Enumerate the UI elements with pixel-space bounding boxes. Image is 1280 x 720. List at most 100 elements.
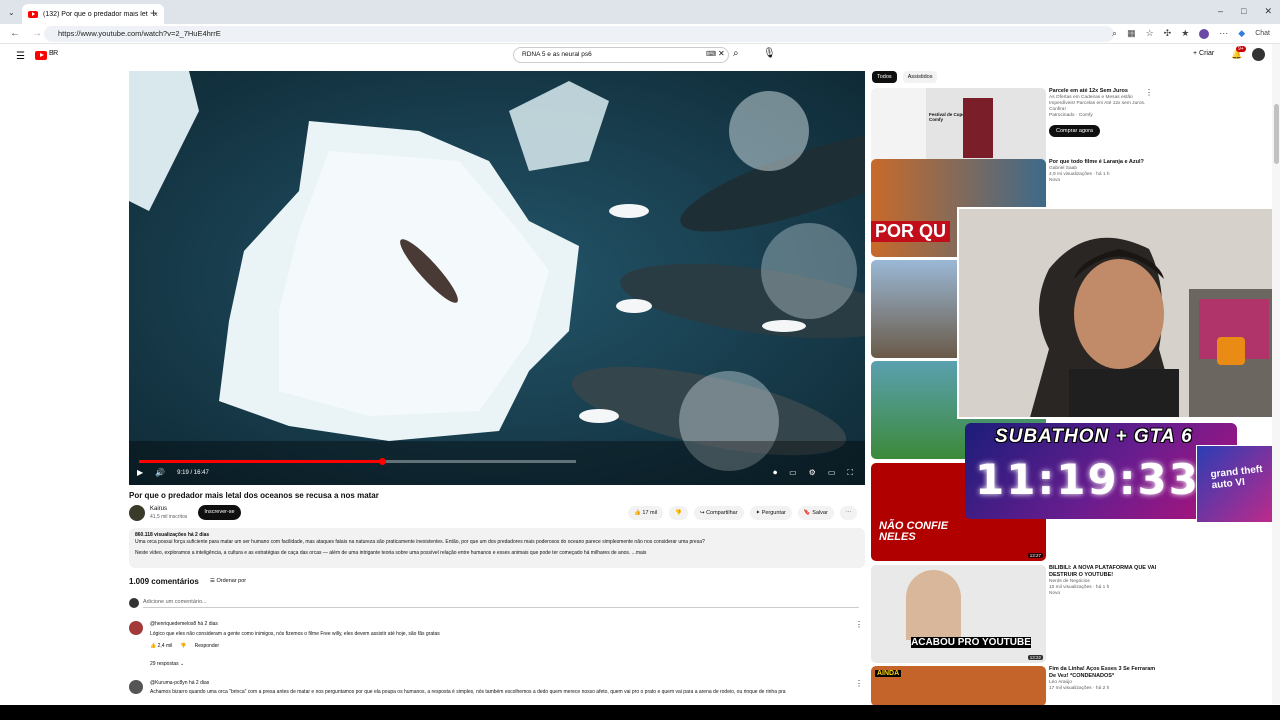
description-box[interactable]: 860.118 visualizações há 2 dias Uma orca…: [129, 528, 865, 568]
progress-bar[interactable]: [139, 458, 576, 465]
fullscreen-icon[interactable]: ⛶: [847, 468, 853, 478]
tab-search-icon[interactable]: ⌄: [8, 8, 15, 17]
ask-button[interactable]: ✦ Perguntar: [749, 506, 792, 520]
search-input[interactable]: RDNA 5 e as neural ps6: [513, 47, 729, 63]
channel-avatar[interactable]: [129, 505, 145, 521]
autoplay-toggle-icon[interactable]: ⏺: [773, 468, 777, 478]
reply-button[interactable]: Responder: [195, 643, 219, 649]
theater-mode-icon[interactable]: ▭: [828, 468, 836, 478]
progress-scrubber[interactable]: [378, 458, 386, 465]
video-thumbnail[interactable]: ACABOU PRO YOUTUBE 13:22: [871, 565, 1046, 663]
like-button[interactable]: 👍 17 mil: [628, 506, 664, 520]
microphone-icon[interactable]: 🎙: [763, 48, 776, 59]
channel-name[interactable]: Kairus: [150, 506, 167, 512]
action-bar: 👍 17 mil 👎 ↪ Compartilhar ✦ Perguntar 🔖 …: [628, 506, 858, 520]
comment-menu-icon[interactable]: ⋮: [855, 679, 863, 688]
thumb-text: AINDA: [875, 670, 902, 677]
forward-icon[interactable]: →: [32, 28, 42, 39]
keyboard-icon[interactable]: ⌨: [706, 50, 716, 58]
page-scrollbar[interactable]: [1272, 44, 1280, 704]
video-meta[interactable]: Fim da Linha! Aços Esses 3 Se Ferraram D…: [1049, 666, 1159, 692]
favorites-icon[interactable]: ★: [1181, 28, 1189, 39]
shop-now-button[interactable]: Comprar agora: [1049, 125, 1100, 137]
save-button[interactable]: 🔖 Salvar: [797, 506, 834, 520]
thumb-text: ACABOU PRO YOUTUBE: [911, 637, 1031, 648]
ad-description: As Ofertas em Cadeiras e Mesas estão Imp…: [1049, 95, 1146, 112]
settings-gear-icon[interactable]: ⚙: [809, 468, 816, 478]
more-actions-icon[interactable]: ⋯: [839, 506, 858, 520]
hamburger-menu-icon[interactable]: ☰: [16, 51, 25, 62]
video-thumbnail[interactable]: AINDA: [871, 666, 1046, 705]
chip-all[interactable]: Todos: [872, 71, 897, 83]
chat-label[interactable]: Chat: [1255, 30, 1270, 37]
video-meta[interactable]: Por que todo filme é Laranja e Azul? Gab…: [1049, 159, 1159, 184]
profile-avatar[interactable]: [1199, 28, 1210, 39]
comment-actions: 👍 2,4 mil 👎 Responder: [150, 643, 219, 649]
video-item-views: 17 mil visualizações · há 2 h: [1049, 686, 1110, 691]
chip-watched[interactable]: Assistidos: [902, 71, 938, 83]
share-button[interactable]: ↪ Compartilhar: [693, 506, 744, 520]
youtube-header: ☰ BR RDNA 5 e as neural ps6 ⌨ ✕ ⌕ 🎙 + Cr…: [0, 44, 1280, 68]
tab-title: (132) Por que o predador mais letal...: [43, 10, 149, 18]
ad-meta[interactable]: Parcele em até 12x Sem Juros As Ofertas …: [1049, 88, 1159, 137]
thumb-text: POR QU: [871, 221, 951, 242]
video-frame-orcas: [129, 71, 865, 485]
ad-menu-icon[interactable]: ⋮: [1145, 88, 1153, 97]
bookmark-star-icon[interactable]: ☆: [1146, 28, 1154, 39]
webcam-image: [959, 209, 1276, 417]
new-tab-button[interactable]: +: [150, 6, 157, 20]
save-label: Salvar: [812, 510, 828, 516]
gta6-logo: grand theft auto VI: [1210, 463, 1264, 492]
search-icon[interactable]: ⌕: [733, 48, 739, 59]
ad-title: Parcele em até 12x Sem Juros: [1049, 88, 1128, 94]
comment-author[interactable]: @henriquedemelos8 há 2 dias: [150, 621, 218, 627]
comment-menu-icon[interactable]: ⋮: [855, 620, 863, 629]
extensions-area: ⌕ ▦ ☆ ✣ ★ ⋯ ◆ Chat: [1112, 28, 1270, 39]
clear-search-icon[interactable]: ✕: [718, 49, 725, 58]
comment-avatar[interactable]: [129, 680, 143, 694]
play-icon[interactable]: ▶: [137, 468, 143, 477]
minimize-icon[interactable]: –: [1218, 6, 1223, 17]
video-title: Por que o predador mais letal dos oceano…: [129, 491, 379, 500]
translate-icon[interactable]: ▦: [1127, 28, 1136, 39]
video-item-title: Por que todo filme é Laranja e Azul?: [1049, 159, 1144, 165]
account-avatar[interactable]: [1252, 48, 1265, 61]
comment-dislike-icon[interactable]: 👎: [180, 643, 186, 649]
comment-like-button[interactable]: 👍 2,4 mil: [150, 643, 172, 649]
browser-tab[interactable]: (132) Por que o predador mais letal... ×: [22, 4, 164, 24]
filter-chips: Todos Assistidos: [872, 71, 938, 83]
description-line-1: Uma orca possui força suficiente para ma…: [135, 539, 705, 545]
comment-avatar[interactable]: [129, 621, 143, 635]
copilot-icon[interactable]: ◆: [1238, 28, 1245, 39]
close-window-icon[interactable]: ✕: [1264, 6, 1272, 17]
volume-icon[interactable]: 🔊: [155, 468, 165, 477]
subtitles-icon[interactable]: ▭: [789, 468, 797, 478]
ask-label: Perguntar: [761, 510, 786, 516]
chair-image: [963, 98, 993, 158]
video-meta[interactable]: BILIBILI: A NOVA PLATAFORMA QUE VAI DEST…: [1049, 565, 1159, 597]
comment-like-count: 2,4 mil: [157, 643, 173, 649]
back-icon[interactable]: ←: [10, 28, 20, 39]
extensions-icon[interactable]: ✣: [1164, 28, 1172, 39]
replies-label: 29 respostas: [150, 661, 179, 667]
scrollbar-thumb[interactable]: [1274, 104, 1279, 164]
comment-author[interactable]: @Kuruma-pc8yn há 2 dias: [150, 680, 209, 686]
like-count: 17 mil: [642, 510, 658, 516]
my-avatar: [129, 598, 139, 608]
ad-sponsor: Patrocinado · Comfy: [1049, 113, 1093, 118]
video-item-title: Fim da Linha! Aços Esses 3 Se Ferraram D…: [1049, 666, 1156, 679]
duration-badge: 13:22: [1027, 655, 1043, 660]
zoom-icon[interactable]: ⌕: [1112, 28, 1117, 39]
more-menu-icon[interactable]: ⋯: [1219, 28, 1228, 39]
add-comment-input[interactable]: Adicione um comentário...: [143, 599, 859, 608]
subscribe-button[interactable]: Inscrever-se: [198, 505, 241, 520]
maximize-icon[interactable]: □: [1241, 6, 1246, 17]
replies-toggle[interactable]: 29 respostas ⌄: [150, 661, 184, 667]
sort-by-button[interactable]: ☰ Ordenar por: [210, 578, 246, 584]
create-button[interactable]: + Criar: [1193, 50, 1214, 57]
dislike-button[interactable]: 👎: [669, 506, 688, 520]
youtube-logo-icon[interactable]: [35, 51, 47, 60]
time-display: 9:19 / 16:47: [177, 469, 209, 476]
video-player[interactable]: ▶ 🔊 9:19 / 16:47 ⏺ ▭ ⚙ ▭ ⛶: [129, 71, 865, 485]
address-bar[interactable]: https://www.youtube.com/watch?v=2_7HuE4h…: [44, 26, 1114, 42]
